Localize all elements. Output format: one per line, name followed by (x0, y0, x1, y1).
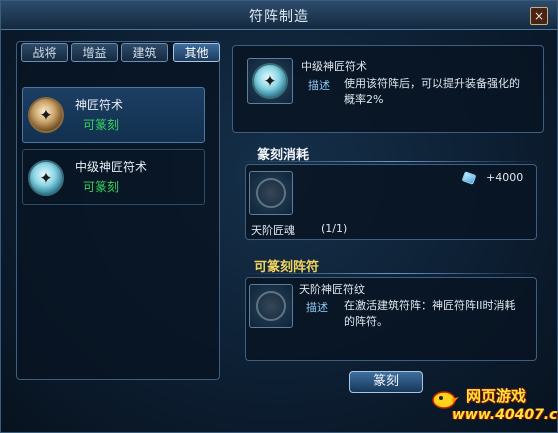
empty-rune-icon (256, 178, 286, 208)
close-button[interactable]: × (530, 7, 548, 25)
window-title: 符阵制造 (249, 9, 309, 25)
detail-item-name: 中级神匠符术 (301, 60, 367, 73)
item-name: 中级神匠符术 (75, 160, 148, 174)
craftable-desc-line2: 的阵符。 (344, 315, 388, 328)
craft-window: 符阵制造 × 战将 增益 建筑 其他 ✦ 神匠符术 可篆刻 ✦ 中级神匠符术 可… (0, 0, 558, 433)
cost-divider (241, 161, 541, 162)
detail-desc-line2: 概率2% (344, 93, 384, 106)
detail-desc-line1: 使用该符阵后，可以提升装备强化的 (344, 77, 520, 90)
title-bar[interactable]: 符阵制造 × (1, 1, 557, 30)
rune-blue-icon: ✦ (252, 63, 288, 99)
item-name: 神匠符术 (75, 98, 124, 112)
material-name: 天阶匠魂 (251, 224, 295, 237)
item-status: 可篆刻 (83, 118, 120, 132)
list-item-shenjiang-fushu[interactable]: ✦ 神匠符术 可篆刻 (22, 87, 205, 143)
craftable-desc-label: 描述 (306, 301, 328, 314)
tab-warlord[interactable]: 战将 (21, 43, 68, 62)
list-item-zhongji-shenjiang-fushu[interactable]: ✦ 中级神匠符术 可篆刻 (22, 149, 205, 205)
site-watermark: 网页游戏 www.40407.com (426, 383, 558, 431)
rune-blue-icon: ✦ (28, 160, 64, 196)
detail-desc-label: 描述 (308, 79, 330, 92)
material-slot[interactable] (249, 171, 293, 215)
duck-logo-icon (432, 391, 459, 409)
currency-amount: +4000 (486, 171, 524, 184)
tab-buff[interactable]: 增益 (71, 43, 118, 62)
craftable-slot[interactable] (249, 284, 293, 328)
material-count: (1/1) (321, 222, 348, 235)
watermark-site: 网页游戏 (466, 387, 527, 405)
empty-rune-icon (256, 291, 286, 321)
craftable-name: 天阶神匠符纹 (299, 283, 365, 296)
engrave-button[interactable]: 篆刻 (349, 371, 423, 393)
item-status: 可篆刻 (83, 180, 120, 194)
tab-other[interactable]: 其他 (173, 43, 220, 62)
craftable-divider (241, 273, 541, 274)
craftable-desc-line1: 在激活建筑符阵：神匠符阵II时消耗 (344, 299, 516, 312)
rune-gold-icon: ✦ (28, 97, 64, 133)
watermark-url: www.40407.com (452, 407, 558, 423)
tab-building[interactable]: 建筑 (121, 43, 168, 62)
detail-item-slot[interactable]: ✦ (247, 58, 293, 104)
